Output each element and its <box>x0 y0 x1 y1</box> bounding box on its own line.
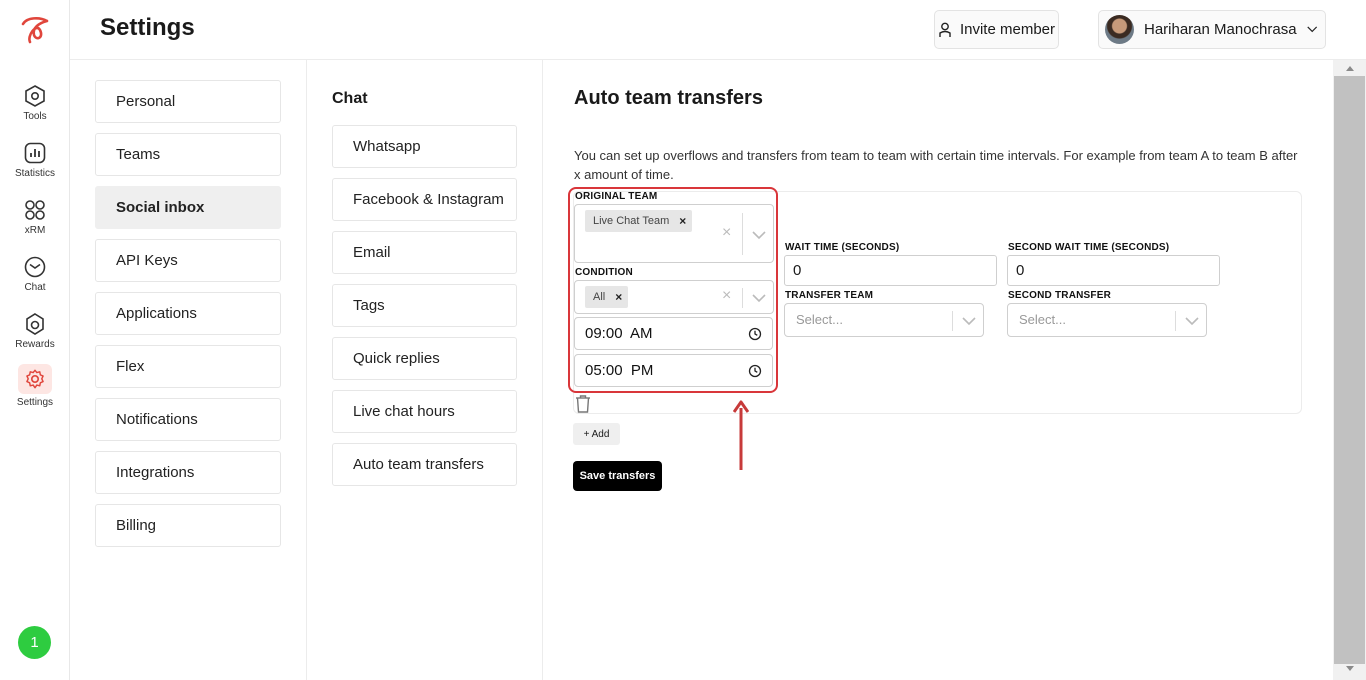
rail-item-settings[interactable]: Settings <box>0 364 70 408</box>
user-menu[interactable]: Hariharan Manochrasa <box>1098 10 1326 49</box>
rail-item-label: Rewards <box>15 339 55 350</box>
menu-label: Teams <box>116 146 161 163</box>
second-transfer-label: SECOND TRANSFER <box>1008 290 1112 301</box>
rewards-icon <box>23 312 47 336</box>
arrow-up-icon <box>733 400 749 470</box>
chat-menu-auto-team-transfers[interactable]: Auto team transfers <box>332 443 517 486</box>
menu-label: Social inbox <box>116 199 205 216</box>
invite-member-label: Invite member <box>959 21 1056 38</box>
second-transfer-select[interactable]: Select... <box>1007 303 1207 337</box>
second-wait-time-label: SECOND WAIT TIME (SECONDS) <box>1008 242 1170 253</box>
select-separator <box>1175 311 1176 331</box>
page-title: Settings <box>100 14 195 41</box>
add-transfer-button[interactable]: + Add <box>573 423 620 445</box>
settings-menu-personal[interactable]: Personal <box>95 80 281 123</box>
menu-label: Whatsapp <box>353 138 421 155</box>
left-rail: Tools Statistics xRM Chat Rewards Settin… <box>0 0 70 680</box>
transfer-team-placeholder: Select... <box>796 312 843 327</box>
settings-menu-teams[interactable]: Teams <box>95 133 281 176</box>
app-logo[interactable] <box>18 14 52 44</box>
auto-team-transfers-panel: Auto team transfers You can set up overf… <box>543 60 1333 680</box>
wait-time-input[interactable]: 0 <box>784 255 997 286</box>
scrollbar[interactable] <box>1333 60 1366 680</box>
settings-menu-api-keys[interactable]: API Keys <box>95 239 281 282</box>
rail-item-label: Tools <box>23 111 47 122</box>
rail-item-label: Chat <box>24 282 46 293</box>
rail-item-label: Statistics <box>14 168 55 179</box>
rail-item-label: xRM <box>24 225 46 236</box>
rail-item-label: Settings <box>16 397 54 408</box>
menu-label: Live chat hours <box>353 403 455 420</box>
transfer-team-label: TRANSFER TEAM <box>785 290 874 301</box>
settings-menu-applications[interactable]: Applications <box>95 292 281 335</box>
menu-label: Flex <box>116 358 145 375</box>
section-description: You can set up overflows and transfers f… <box>574 148 1298 182</box>
settings-menu-flex[interactable]: Flex <box>95 345 281 388</box>
menu-label: Tags <box>353 297 385 314</box>
user-icon <box>939 22 951 37</box>
menu-label: Facebook & Instagram <box>353 191 504 208</box>
rail-item-chat[interactable]: Chat <box>0 255 70 293</box>
chevron-down-icon[interactable] <box>1185 316 1199 326</box>
rail-item-xrm[interactable]: xRM <box>0 198 70 236</box>
settings-menu-notifications[interactable]: Notifications <box>95 398 281 441</box>
grid-icon <box>23 198 47 222</box>
highlight-box <box>568 187 778 393</box>
settings-menu-social-inbox[interactable]: Social inbox <box>95 186 281 229</box>
rail-item-tools[interactable]: Tools <box>0 84 70 122</box>
chat-submenu-title: Chat <box>332 90 368 107</box>
transfer-team-select[interactable]: Select... <box>784 303 984 337</box>
menu-label: Integrations <box>116 464 195 481</box>
invite-member-button[interactable]: Invite member <box>934 10 1059 49</box>
chat-menu-tags[interactable]: Tags <box>332 284 517 327</box>
menu-label: Personal <box>116 93 176 110</box>
scroll-down-icon[interactable] <box>1346 666 1354 671</box>
save-transfers-button[interactable]: Save transfers <box>573 461 662 491</box>
chat-menu-live-chat-hours[interactable]: Live chat hours <box>332 390 517 433</box>
user-name: Hariharan Manochrasa <box>1144 21 1297 38</box>
wait-time-value: 0 <box>793 262 802 279</box>
chevron-down-icon[interactable] <box>962 316 976 326</box>
notification-badge[interactable]: 1 <box>18 626 51 659</box>
scroll-up-icon[interactable] <box>1346 66 1354 71</box>
second-wait-time-input[interactable]: 0 <box>1007 255 1220 286</box>
rail-item-rewards[interactable]: Rewards <box>0 312 70 350</box>
chat-menu-email[interactable]: Email <box>332 231 517 274</box>
chat-menu-whatsapp[interactable]: Whatsapp <box>332 125 517 168</box>
menu-label: API Keys <box>116 252 178 269</box>
rail-item-statistics[interactable]: Statistics <box>0 141 70 179</box>
settings-menu-integrations[interactable]: Integrations <box>95 451 281 494</box>
chat-submenu: Chat Whatsapp Facebook & Instagram Email… <box>307 60 543 680</box>
menu-label: Auto team transfers <box>353 456 484 473</box>
section-title: Auto team transfers <box>574 87 763 109</box>
wait-time-label: WAIT TIME (SECONDS) <box>785 242 900 253</box>
chat-menu-quick-replies[interactable]: Quick replies <box>332 337 517 380</box>
scroll-thumb[interactable] <box>1334 76 1365 664</box>
chat-menu-facebook-instagram[interactable]: Facebook & Instagram <box>332 178 517 221</box>
tools-icon <box>23 84 47 108</box>
gear-icon <box>18 364 52 394</box>
settings-menu: Personal Teams Social inbox API Keys App… <box>70 60 307 680</box>
trash-icon[interactable] <box>574 394 592 413</box>
menu-label: Billing <box>116 517 157 534</box>
avatar <box>1105 15 1134 44</box>
settings-menu-billing[interactable]: Billing <box>95 504 281 547</box>
top-header: Settings Invite member Hariharan Manochr… <box>70 0 1366 60</box>
chevron-down-icon <box>1306 26 1317 33</box>
menu-label: Quick replies <box>353 350 440 367</box>
statistics-icon <box>23 141 47 165</box>
chat-icon <box>23 255 47 279</box>
select-separator <box>952 311 953 331</box>
menu-label: Applications <box>116 305 197 322</box>
menu-label: Notifications <box>116 411 198 428</box>
second-transfer-placeholder: Select... <box>1019 312 1066 327</box>
menu-label: Email <box>353 244 391 261</box>
second-wait-time-value: 0 <box>1016 262 1025 279</box>
